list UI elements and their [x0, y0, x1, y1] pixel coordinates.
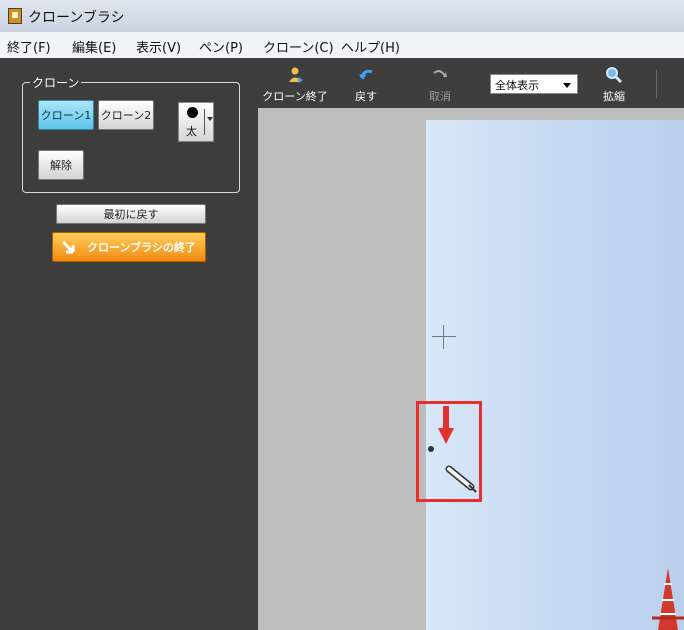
- pen-cursor-icon: [445, 465, 477, 493]
- toolbar-separator: [656, 70, 657, 98]
- undo-tool[interactable]: 戻す: [344, 58, 388, 108]
- cancel-label: 取消: [429, 90, 451, 103]
- app-icon: [8, 8, 22, 24]
- crosshair-icon: [432, 336, 456, 337]
- clone2-button[interactable]: クローン2: [98, 100, 154, 130]
- crosshair-vertical: [443, 325, 444, 349]
- zoom-value: 全体表示: [495, 79, 539, 92]
- menu-help[interactable]: ヘルプ(H): [341, 37, 400, 56]
- zoom-icon: [606, 67, 623, 84]
- enlarge-tool[interactable]: 拡縮: [594, 58, 634, 108]
- canvas-area[interactable]: [258, 108, 684, 630]
- finish-clone-brush-button[interactable]: クローンブラシの終了: [52, 232, 206, 262]
- menu-pen[interactable]: ペン(P): [199, 37, 243, 56]
- menu-edit[interactable]: 編集(E): [72, 37, 116, 56]
- end-clone-tool[interactable]: クローン終了: [262, 58, 328, 108]
- menu-bar: 終了(F) 編集(E) 表示(V) ペン(P) クローン(C) ヘルプ(H): [0, 32, 684, 59]
- zoom-select[interactable]: 全体表示: [490, 74, 578, 94]
- tower-image: [652, 568, 684, 630]
- pen-divider: [204, 109, 205, 135]
- red-arrow-icon: [438, 406, 454, 444]
- toolbar: クローン終了 戻す 取消 全体表示 拡縮: [258, 58, 684, 109]
- pen-size-label: 太: [186, 125, 197, 138]
- finish-arrow-icon: [61, 240, 75, 254]
- pen-size-selector[interactable]: 太: [178, 102, 214, 142]
- end-clone-label: クローン終了: [262, 90, 328, 103]
- clone-group-label: クローン: [30, 74, 82, 91]
- cancel-tool[interactable]: 取消: [420, 58, 460, 108]
- title-bar: クローンブラシ: [0, 0, 684, 33]
- clone1-button[interactable]: クローン1: [38, 100, 94, 130]
- release-button[interactable]: 解除: [38, 150, 84, 180]
- undo-icon: [359, 69, 373, 80]
- cancel-icon: [433, 70, 447, 77]
- menu-file[interactable]: 終了(F): [7, 37, 51, 56]
- enlarge-label: 拡縮: [603, 90, 625, 103]
- zoom-dropdown-icon: [563, 83, 571, 88]
- end-clone-icon: [289, 67, 303, 83]
- finish-label: クローンブラシの終了: [87, 241, 196, 254]
- photo-canvas[interactable]: [426, 120, 684, 630]
- left-panel: クローン クローン1 クローン2 太 解除 最初に戻す クローンブラシの終了: [0, 58, 258, 630]
- menu-clone[interactable]: クローン(C): [263, 37, 334, 56]
- undo-label: 戻す: [355, 90, 377, 103]
- window-title: クローンブラシ: [28, 10, 125, 26]
- menu-view[interactable]: 表示(V): [136, 37, 181, 56]
- pen-dropdown-icon: [207, 117, 213, 121]
- reset-button[interactable]: 最初に戻す: [56, 204, 206, 224]
- pen-dot-icon: [187, 107, 198, 118]
